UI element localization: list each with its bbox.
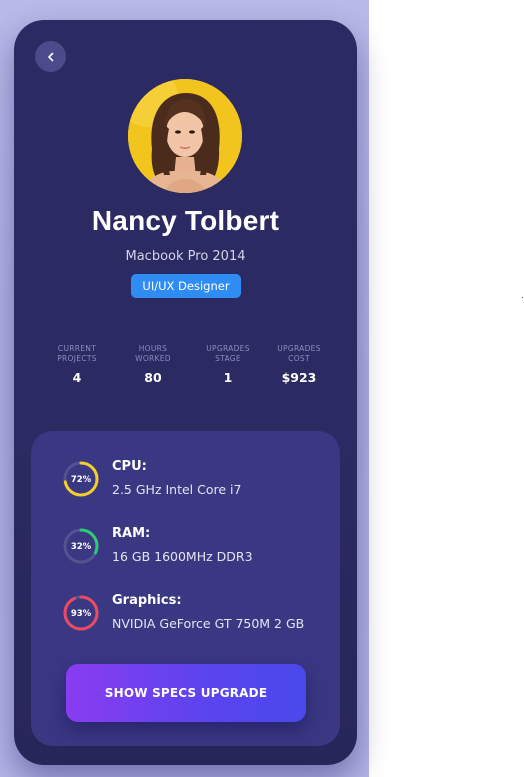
stat-hours-worked: HOURS WORKED 80 [115, 344, 191, 385]
show-specs-upgrade-button[interactable]: SHOW SPECS UPGRADE [66, 664, 306, 722]
stat-value: $923 [281, 370, 317, 385]
stat-label: UPGRADES COST [277, 344, 321, 363]
ram-percent-label: 32% [71, 542, 92, 552]
spec-title: RAM: [112, 526, 151, 541]
profile-name: Nancy Tolbert [91, 205, 280, 236]
cpu-usage-ring: 72% [63, 461, 99, 497]
chevron-left-icon [47, 52, 53, 61]
spec-row-cpu: 72% CPU: 2.5 GHz Intel Core i7 [62, 459, 332, 500]
spec-title: Graphics: [112, 593, 182, 608]
stat-current-projects: CURRENT PROJECTS 4 [39, 344, 115, 385]
profile-screen: Nancy Tolbert Macbook Pro 2014 UI/UX Des… [14, 20, 357, 765]
spec-value: NVIDIA GeForce GT 750M 2 GB [112, 616, 305, 631]
stat-value: 80 [144, 370, 162, 385]
spec-row-graphics: 93% Graphics: NVIDIA GeForce GT 750M 2 G… [62, 593, 332, 634]
avatar-portrait [128, 79, 242, 193]
avatar [128, 79, 242, 193]
role-badge: UI/UX Designer [131, 274, 241, 298]
cpu-percent-label: 72% [71, 475, 92, 485]
profile-device: Macbook Pro 2014 [125, 249, 246, 264]
ram-usage-ring: 32% [63, 528, 99, 564]
spec-title: CPU: [112, 459, 147, 474]
specs-card: 72% CPU: 2.5 GHz Intel Core i7 32% RAM: … [31, 431, 340, 746]
graphics-usage-ring: 93% [63, 595, 99, 631]
stat-value: 1 [223, 370, 233, 385]
stat-label: HOURS WORKED [135, 344, 171, 363]
stray-dot [522, 297, 523, 298]
spec-value: 16 GB 1600MHz DDR3 [112, 549, 253, 564]
back-button[interactable] [35, 41, 66, 72]
stat-value: 4 [72, 370, 82, 385]
spec-row-ram: 32% RAM: 16 GB 1600MHz DDR3 [62, 526, 332, 567]
stat-label: CURRENT PROJECTS [57, 344, 97, 363]
spec-value: 2.5 GHz Intel Core i7 [112, 482, 242, 497]
stat-upgrades-stage: UPGRADES STAGE 1 [190, 344, 266, 385]
graphics-percent-label: 93% [71, 609, 92, 619]
stat-upgrades-cost: UPGRADES COST $923 [261, 344, 337, 385]
stat-label: UPGRADES STAGE [206, 344, 250, 363]
